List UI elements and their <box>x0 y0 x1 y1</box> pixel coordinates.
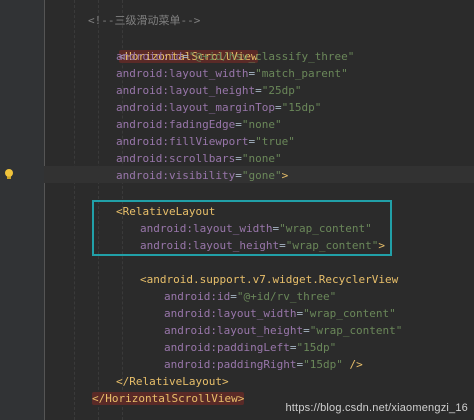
attribute-value: "wrap_content" <box>279 222 372 235</box>
watermark: https://blog.csdn.net/xiaomengzi_16 <box>285 402 468 414</box>
tag-name: HorizontalScrollView <box>105 392 238 405</box>
attribute-name: android:id <box>116 50 183 63</box>
tag-end: > <box>378 239 386 252</box>
attribute-name: android:layout_height <box>116 84 256 97</box>
attribute-name: android:fillViewport <box>116 135 249 148</box>
attribute-name: android:paddingLeft <box>164 341 290 354</box>
attribute-line[interactable]: android:layout_marginTop="15dp" <box>116 99 321 116</box>
attribute-value: "wrap_content" <box>309 324 403 337</box>
attribute-line[interactable]: android:layout_height="25dp" <box>116 82 301 99</box>
lightbulb-icon[interactable] <box>3 168 15 180</box>
open-tag-relative-layout[interactable]: <RelativeLayout <box>116 203 215 220</box>
attribute-value: "none" <box>241 118 282 131</box>
attribute-value: "wrap_content" <box>303 307 396 320</box>
attribute-value: "gone" <box>241 169 282 182</box>
attribute-value: "15dp" <box>281 101 322 114</box>
open-tag-recycler-view[interactable]: <android.support.v7.widget.RecyclerView <box>140 271 398 288</box>
attribute-name: android:layout_width <box>140 222 273 235</box>
attribute-value: "@+id/hsv_classify_three" <box>188 50 355 63</box>
xml-comment: <!--三级滑动菜单--> <box>88 14 201 27</box>
tag-name: RelativeLayout <box>122 205 216 218</box>
attribute-value: "25dp" <box>261 84 302 97</box>
indent-guide <box>74 0 75 420</box>
code-editor[interactable]: <!--三级滑动菜单--> <HorizontalScrollView andr… <box>0 0 474 420</box>
tag-name: android.support.v7.widget.RecyclerView <box>146 273 399 286</box>
attribute-line[interactable]: android:paddingRight="15dp" /> <box>164 356 363 373</box>
tag-end: > <box>281 169 289 182</box>
attribute-line[interactable]: android:paddingLeft="15dp" <box>164 339 336 356</box>
tag-end: /> <box>342 358 363 371</box>
attribute-value: "15dp" <box>303 358 343 371</box>
close-tag-horizontal-scroll-view[interactable]: </HorizontalScrollView> <box>92 390 245 407</box>
attribute-line[interactable]: android:layout_width="wrap_content" <box>140 220 372 237</box>
close-tag-relative-layout[interactable]: </RelativeLayout> <box>116 373 229 390</box>
attribute-line[interactable]: android:layout_height="wrap_content" <box>164 322 402 339</box>
attribute-line[interactable]: android:id="@+id/hsv_classify_three" <box>116 48 354 65</box>
open-tag-horizontal-scroll-view[interactable]: <HorizontalScrollView <box>92 31 258 63</box>
attribute-name: android:id <box>164 290 231 303</box>
attribute-value: "none" <box>241 152 282 165</box>
attribute-name: android:layout_width <box>164 307 297 320</box>
attribute-value: "match_parent" <box>255 67 348 80</box>
attribute-value: "true" <box>255 135 295 148</box>
attribute-name: android:layout_marginTop <box>116 101 275 114</box>
attribute-line[interactable]: android:visibility="gone"> <box>116 167 288 184</box>
line-gutter[interactable] <box>0 0 45 420</box>
attribute-value: "@+id/rv_three" <box>236 290 337 303</box>
attribute-value: "wrap_content" <box>285 239 379 252</box>
attribute-line[interactable]: android:layout_height="wrap_content"> <box>140 237 385 254</box>
attribute-value: "15dp" <box>296 341 337 354</box>
attribute-line[interactable]: android:id="@+id/rv_three" <box>164 288 336 305</box>
attribute-line[interactable]: android:layout_width="wrap_content" <box>164 305 396 322</box>
attribute-name: android:visibility <box>116 169 236 182</box>
tag-name: RelativeLayout <box>129 375 222 388</box>
attribute-name: android:layout_width <box>116 67 249 80</box>
attribute-line[interactable]: android:layout_width="match_parent" <box>116 65 348 82</box>
attribute-name: android:paddingRight <box>164 358 297 371</box>
attribute-line[interactable]: android:fillViewport="true" <box>116 133 295 150</box>
attribute-name: android:layout_height <box>140 239 280 252</box>
attribute-line[interactable]: android:fadingEdge="none" <box>116 116 282 133</box>
attribute-name: android:fadingEdge <box>116 118 236 131</box>
attribute-name: android:layout_height <box>164 324 304 337</box>
attribute-name: android:scrollbars <box>116 152 236 165</box>
attribute-line[interactable]: android:scrollbars="none" <box>116 150 282 167</box>
